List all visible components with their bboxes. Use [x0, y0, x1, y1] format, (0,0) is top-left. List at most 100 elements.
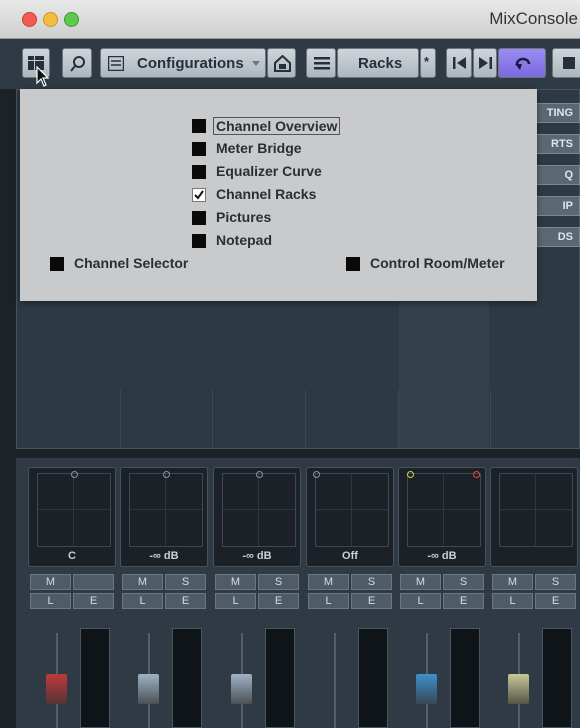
racks-label: Racks: [358, 55, 403, 72]
search-button[interactable]: [62, 48, 92, 78]
loop-icon: [515, 57, 531, 70]
panner-handle[interactable]: [313, 471, 320, 478]
panner[interactable]: C: [28, 467, 116, 567]
option-label: Control Room/Meter: [370, 255, 505, 271]
cycle-button[interactable]: [498, 48, 546, 78]
title-bar: MixConsole: [0, 0, 580, 39]
checkbox-pictures[interactable]: [192, 211, 206, 225]
channel-strip: Off M S L E: [306, 458, 398, 728]
panner-handle[interactable]: [473, 471, 480, 478]
level-meter: [450, 628, 480, 728]
channel-divider: [490, 390, 491, 448]
edit-button[interactable]: E: [351, 593, 392, 609]
go-to-end-button[interactable]: [473, 48, 497, 78]
fader-section: C M L E -∞ dB M S L E -∞ dB M S L E Off M S L E -∞ dB M S L E M S…: [16, 458, 580, 728]
solo-button[interactable]: S: [258, 574, 299, 590]
checkbox-channel-overview[interactable]: [192, 119, 206, 133]
minimize-window-button[interactable]: [43, 12, 58, 27]
panner[interactable]: -∞ dB: [398, 467, 486, 567]
mute-solo-row: MS: [215, 574, 299, 590]
listen-button[interactable]: L: [308, 593, 349, 609]
panner[interactable]: -∞ dB: [213, 467, 301, 567]
window-title: MixConsole: [489, 9, 578, 28]
solo-button[interactable]: S: [351, 574, 392, 590]
pan-value: -∞ dB: [427, 550, 457, 562]
fader-handle[interactable]: [508, 674, 529, 704]
panner[interactable]: [490, 467, 578, 567]
listen-edit-row: LE: [400, 593, 484, 609]
panner[interactable]: Off: [306, 467, 394, 567]
channel-strip: CMLE: [28, 458, 120, 728]
option-label: Channel Overview: [213, 117, 341, 135]
listen-button[interactable]: L: [122, 593, 163, 609]
search-icon: [70, 56, 85, 72]
panner[interactable]: -∞ dB: [120, 467, 208, 567]
mute-solo-row: MS: [400, 574, 484, 590]
fader-handle[interactable]: [46, 674, 67, 704]
checkbox-equalizer-curve[interactable]: [192, 165, 206, 179]
mute-solo-row: MS: [308, 574, 392, 590]
panner-handle[interactable]: [71, 471, 78, 478]
option-label: Equalizer Curve: [216, 163, 322, 179]
mute-button[interactable]: M: [492, 574, 533, 590]
mute-button[interactable]: M: [400, 574, 441, 590]
option-label: Meter Bridge: [216, 140, 302, 156]
mute-button[interactable]: M: [308, 574, 349, 590]
edit-button[interactable]: E: [165, 593, 206, 609]
checkbox-channel-racks[interactable]: [192, 188, 206, 202]
option-label: Notepad: [216, 232, 272, 248]
edit-button[interactable]: E: [73, 593, 114, 609]
panner-grid: [315, 473, 389, 547]
panner-handle[interactable]: [256, 471, 263, 478]
solo-button[interactable]: [73, 574, 114, 590]
skip-start-icon: [453, 57, 466, 69]
option-label: Channel Selector: [74, 255, 189, 271]
fader-handle[interactable]: [416, 674, 437, 704]
mute-button[interactable]: M: [30, 574, 71, 590]
channel-divider: [212, 390, 213, 448]
mute-button[interactable]: M: [122, 574, 163, 590]
stop-button[interactable]: [552, 48, 580, 78]
zoom-window-button[interactable]: [64, 12, 79, 27]
listen-button[interactable]: L: [492, 593, 533, 609]
listen-edit-row: LE: [492, 593, 576, 609]
close-window-button[interactable]: [22, 12, 37, 27]
edit-button[interactable]: E: [258, 593, 299, 609]
solo-button[interactable]: S: [165, 574, 206, 590]
store-configuration-button[interactable]: [267, 48, 296, 78]
level-meter: [172, 628, 202, 728]
edit-button[interactable]: E: [535, 593, 576, 609]
racks-star-button[interactable]: *: [420, 48, 436, 78]
listen-button[interactable]: L: [30, 593, 71, 609]
fader-handle[interactable]: [231, 674, 252, 704]
listen-edit-row: LE: [215, 593, 299, 609]
listen-button[interactable]: L: [215, 593, 256, 609]
edit-button[interactable]: E: [443, 593, 484, 609]
listen-edit-row: LE: [308, 593, 392, 609]
checkbox-control-room-meter[interactable]: [346, 257, 360, 271]
checkbox-channel-selector[interactable]: [50, 257, 64, 271]
option-label: Pictures: [216, 209, 272, 225]
checkbox-meter-bridge[interactable]: [192, 142, 206, 156]
channel-strip: -∞ dB M S L E: [213, 458, 305, 728]
channel-strip: MSLE: [490, 458, 580, 728]
configurations-menu[interactable]: Configurations: [100, 48, 266, 78]
list-icon: [108, 56, 124, 71]
racks-list-button[interactable]: [306, 48, 336, 78]
panner-grid: [37, 473, 111, 547]
mute-button[interactable]: M: [215, 574, 256, 590]
racks-menu[interactable]: Racks: [337, 48, 419, 78]
level-meter: [542, 628, 572, 728]
skip-end-icon: [479, 57, 492, 69]
panner-handle[interactable]: [407, 471, 414, 478]
mute-solo-row: MS: [122, 574, 206, 590]
go-to-start-button[interactable]: [446, 48, 472, 78]
solo-button[interactable]: S: [443, 574, 484, 590]
pan-value: -∞ dB: [242, 550, 272, 562]
configurations-label: Configurations: [137, 55, 244, 72]
solo-button[interactable]: S: [535, 574, 576, 590]
listen-button[interactable]: L: [400, 593, 441, 609]
checkbox-notepad[interactable]: [192, 234, 206, 248]
panner-handle[interactable]: [163, 471, 170, 478]
fader-handle[interactable]: [138, 674, 159, 704]
